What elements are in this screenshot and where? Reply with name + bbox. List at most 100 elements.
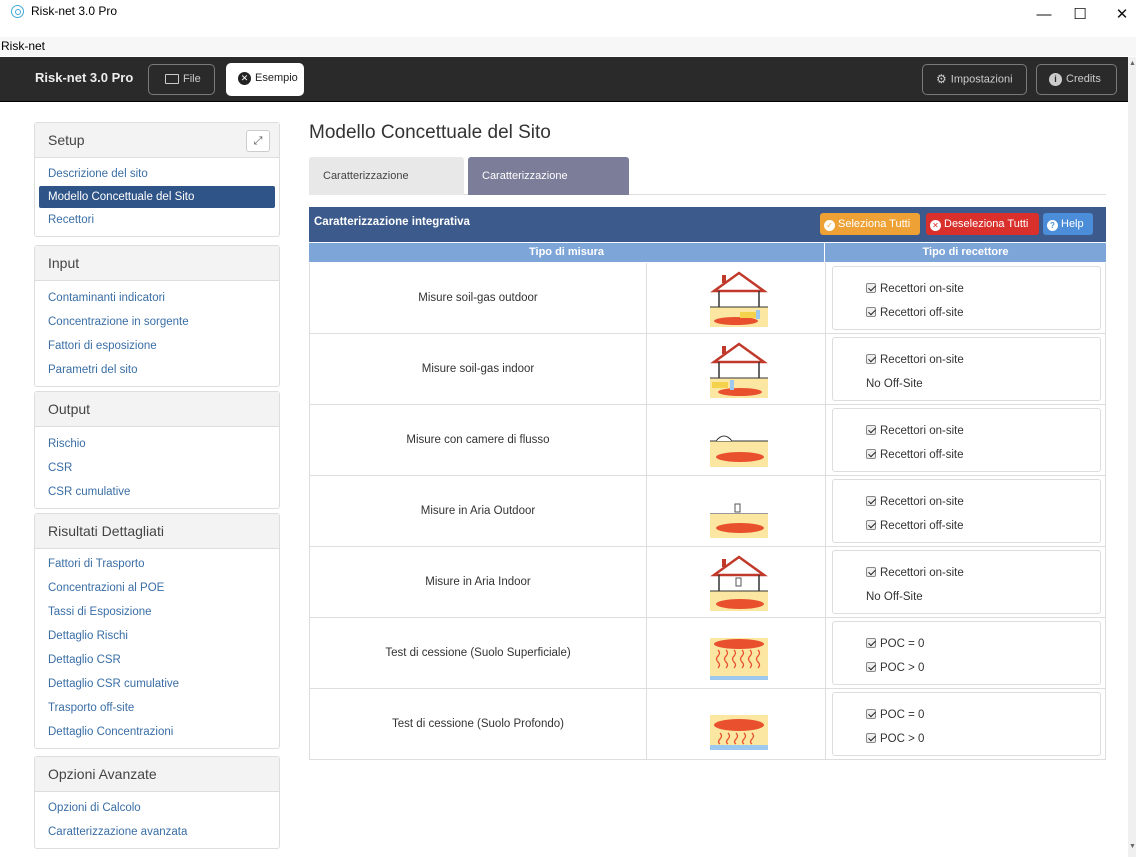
- risultati-panel: Risultati Dettagliati Fattori di Traspor…: [34, 513, 280, 749]
- help-label: Help: [1061, 218, 1084, 230]
- brand[interactable]: Risk-net 3.0 Pro: [35, 70, 133, 85]
- sidebar-item-opzioni-calcolo[interactable]: Opzioni di Calcolo: [35, 796, 279, 820]
- setup-panel: Setup ⤢ Descrizione del sito Modello Con…: [34, 122, 280, 237]
- checkbox-label: Recettori on-site: [880, 425, 964, 437]
- credits-button[interactable]: i Credits: [1036, 64, 1117, 95]
- diagram-soil-gas-indoor: [648, 334, 826, 404]
- output-panel: Output Rischio CSR CSR cumulative: [34, 391, 280, 509]
- checkbox-label: POC > 0: [880, 662, 925, 674]
- sidebar-item-dettaglio-csr[interactable]: Dettaglio CSR: [35, 648, 279, 672]
- recettore-cell: Recettori on-site Recettori off-site: [832, 408, 1101, 472]
- checkbox-box[interactable]: [866, 709, 876, 719]
- sidebar-item-rischio[interactable]: Rischio: [35, 432, 279, 456]
- menu-risk-net[interactable]: Risk-net: [1, 39, 45, 53]
- diagram-aria-outdoor: [648, 476, 826, 546]
- scroll-up-icon[interactable]: ▲: [1129, 60, 1136, 67]
- sidebar-item-caratterizzazione-avanzata[interactable]: Caratterizzazione avanzata: [35, 820, 279, 844]
- checkbox-label: Recettori off-site: [880, 520, 964, 532]
- column-header-tipo-recettore: Tipo di recettore: [825, 243, 1106, 262]
- checkbox-box[interactable]: [866, 733, 876, 743]
- sidebar-item-trasporto-offsite[interactable]: Trasporto off-site: [35, 696, 279, 720]
- checkbox-soil-gas-outdoor-1[interactable]: Recettori on-site: [866, 283, 964, 295]
- risultati-heading: Risultati Dettagliati: [35, 514, 279, 549]
- column-header-tipo-misura: Tipo di misura: [309, 243, 824, 262]
- recettore-cell: POC = 0 POC > 0: [832, 692, 1101, 756]
- question-circle-icon: ?: [1047, 220, 1058, 231]
- checkbox-box[interactable]: [866, 662, 876, 672]
- sidebar-item-csr[interactable]: CSR: [35, 456, 279, 480]
- esempio-button[interactable]: ✕ Esempio: [226, 63, 304, 96]
- misura-label-cessione-profondo: Test di cessione (Suolo Profondo): [310, 689, 647, 759]
- tab-caratterizzazione-standard[interactable]: Caratterizzazione standard: [309, 157, 464, 220]
- check-circle-icon: ✓: [824, 220, 835, 231]
- output-heading: Output: [35, 392, 279, 427]
- impostazioni-button[interactable]: ⚙ Impostazioni: [922, 64, 1027, 95]
- checkbox-cessione-profondo-1[interactable]: POC = 0: [866, 709, 924, 721]
- sidebar-item-fattori-esposizione[interactable]: Fattori di esposizione: [35, 334, 279, 358]
- seleziona-tutti-button[interactable]: ✓ Seleziona Tutti: [820, 213, 920, 235]
- checkbox-camere-flusso-1[interactable]: Recettori on-site: [866, 425, 964, 437]
- checkbox-box[interactable]: [866, 520, 876, 530]
- menubar: Risk-net: [0, 37, 1136, 56]
- sidebar-item-tassi[interactable]: Tassi di Esposizione: [35, 600, 279, 624]
- misura-label-soil-gas-outdoor: Misure soil-gas outdoor: [310, 263, 647, 333]
- close-button[interactable]: ✕: [1100, 2, 1136, 30]
- table-row: Misure in Aria Outdoor Recettori on-site R…: [309, 476, 1106, 547]
- file-button[interactable]: File: [148, 64, 215, 95]
- top-navbar: Risk-net 3.0 Pro File ✕ Esempio ⚙ Impostaz…: [0, 57, 1128, 102]
- checkbox-camere-flusso-2[interactable]: Recettori off-site: [866, 449, 964, 461]
- sidebar-item-parametri[interactable]: Parametri del sito: [35, 358, 279, 382]
- misura-label-aria-outdoor: Misure in Aria Outdoor: [310, 476, 647, 546]
- checkbox-box[interactable]: [866, 449, 876, 459]
- tab-caratterizzazione-integrativa[interactable]: Caratterizzazione integrativa: [468, 157, 629, 220]
- help-button[interactable]: ? Help: [1043, 213, 1093, 235]
- checkbox-box[interactable]: [866, 496, 876, 506]
- sidebar-item-modello[interactable]: Modello Concettuale del Sito: [39, 186, 275, 208]
- checkbox-label: Recettori on-site: [880, 283, 964, 295]
- sidebar-item-csr-cumulative[interactable]: CSR cumulative: [35, 480, 279, 504]
- sidebar-item-dettaglio-csr-cumulative[interactable]: Dettaglio CSR cumulative: [35, 672, 279, 696]
- sidebar-item-concentrazioni-poe[interactable]: Concentrazioni al POE: [35, 576, 279, 600]
- vertical-scrollbar[interactable]: ▲ ▼: [1128, 57, 1136, 857]
- checkbox-cessione-profondo-2[interactable]: POC > 0: [866, 733, 924, 745]
- table-header: Caratterizzazione integrativa ✓ Seleziona…: [309, 207, 1106, 242]
- checkbox-soil-gas-indoor-1[interactable]: Recettori on-site: [866, 354, 964, 366]
- sidebar-item-fattori-trasporto[interactable]: Fattori di Trasporto: [35, 552, 279, 576]
- setup-heading: Setup ⤢: [35, 123, 279, 158]
- scroll-down-icon[interactable]: ▼: [1129, 843, 1136, 850]
- sidebar-item-concentrazione[interactable]: Concentrazione in sorgente: [35, 310, 279, 334]
- checkbox-soil-gas-outdoor-2[interactable]: Recettori off-site: [866, 307, 964, 319]
- diagram-aria-indoor: [648, 547, 826, 617]
- checkbox-box[interactable]: [866, 567, 876, 577]
- tab-bar: Caratterizzazione standard Caratterizzaz…: [309, 157, 1106, 220]
- checkbox-box[interactable]: [866, 307, 876, 317]
- checkbox-box[interactable]: [866, 638, 876, 648]
- sidebar-item-descrizione[interactable]: Descrizione del sito: [35, 162, 279, 186]
- sidebar-item-dettaglio-concentrazioni[interactable]: Dettaglio Concentrazioni: [35, 720, 279, 744]
- checkbox-aria-outdoor-2[interactable]: Recettori off-site: [866, 520, 964, 532]
- deseleziona-tutti-button[interactable]: ✕ Deseleziona Tutti: [926, 213, 1039, 235]
- no-offsite-label: No Off-Site: [866, 591, 923, 603]
- recettore-cell: Recettori on-site No Off-Site: [832, 337, 1101, 401]
- credits-label: Credits: [1066, 73, 1101, 85]
- setup-title: Setup: [48, 132, 85, 148]
- gear-icon: ⚙: [936, 72, 947, 86]
- checkbox-label: Recettori off-site: [880, 307, 964, 319]
- checkbox-label: POC = 0: [880, 638, 925, 650]
- diagram-camere-flusso: [648, 405, 826, 475]
- seleziona-label: Seleziona Tutti: [838, 218, 911, 230]
- input-panel: Input Contaminanti indicatori Concentraz…: [34, 245, 280, 387]
- checkbox-aria-indoor-1[interactable]: Recettori on-site: [866, 567, 964, 579]
- checkbox-box[interactable]: [866, 354, 876, 364]
- sidebar-item-contaminanti[interactable]: Contaminanti indicatori: [35, 286, 279, 310]
- sidebar-item-dettaglio-rischi[interactable]: Dettaglio Rischi: [35, 624, 279, 648]
- checkbox-box[interactable]: [866, 283, 876, 293]
- checkbox-aria-outdoor-1[interactable]: Recettori on-site: [866, 496, 964, 508]
- sidebar-item-recettori[interactable]: Recettori: [35, 208, 279, 232]
- maximize-button[interactable]: ☐: [1058, 2, 1102, 30]
- collapse-sidebar-button[interactable]: ⤢: [246, 130, 270, 152]
- table-title: Caratterizzazione integrativa: [314, 216, 470, 228]
- checkbox-cessione-superficiale-2[interactable]: POC > 0: [866, 662, 924, 674]
- checkbox-box[interactable]: [866, 425, 876, 435]
- checkbox-cessione-superficiale-1[interactable]: POC = 0: [866, 638, 924, 650]
